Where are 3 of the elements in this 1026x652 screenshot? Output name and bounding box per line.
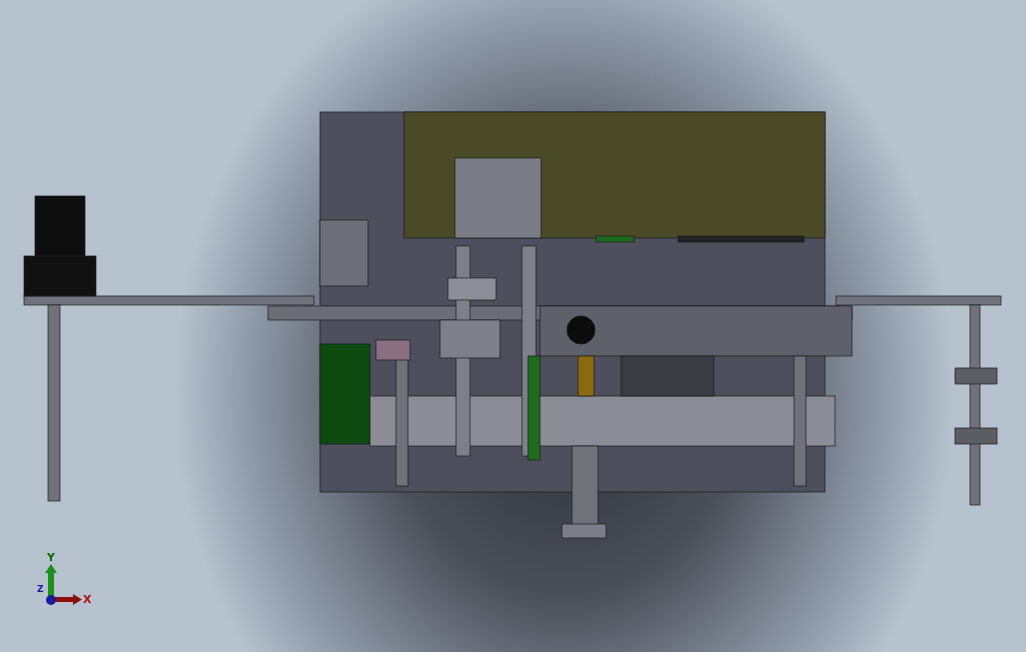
axis-label: Z	[37, 584, 44, 594]
axis-label: Y	[47, 551, 55, 564]
axis-label: X	[83, 593, 92, 606]
